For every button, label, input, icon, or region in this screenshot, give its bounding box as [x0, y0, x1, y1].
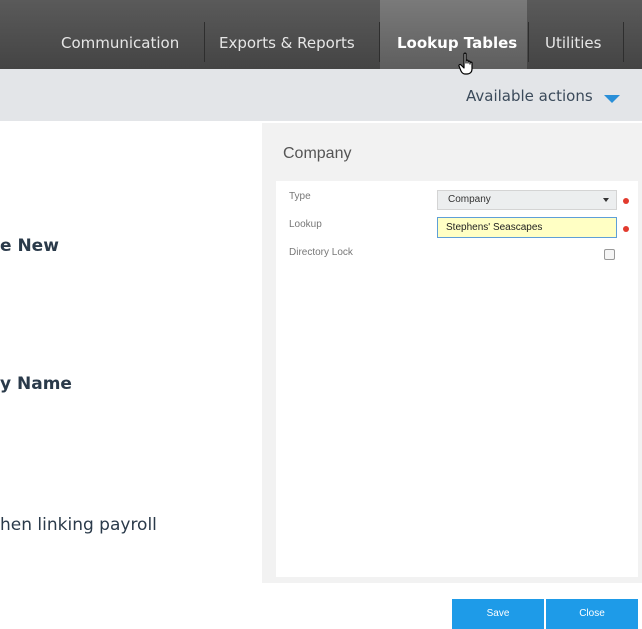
- select-caret-icon: [603, 198, 609, 202]
- company-form: Type Company Lookup Directory Lock Save …: [276, 181, 638, 629]
- required-indicator-icon: [623, 198, 629, 204]
- save-button[interactable]: Save: [452, 599, 544, 629]
- action-bar: Available actions: [0, 69, 642, 121]
- lookup-input[interactable]: [437, 217, 617, 238]
- lookup-field-label: Lookup: [289, 219, 322, 230]
- panel-title: Company: [283, 145, 352, 162]
- nav-tab-communication[interactable]: Communication: [61, 0, 179, 69]
- nav-tab-utilities[interactable]: Utilities: [545, 0, 601, 69]
- company-edit-panel: Company Type Company Lookup Directory Lo…: [262, 123, 642, 629]
- directory-lock-checkbox[interactable]: [604, 249, 615, 260]
- type-select-value: Company: [448, 194, 491, 205]
- available-actions-label[interactable]: Available actions: [466, 87, 593, 105]
- required-indicator-icon: [623, 226, 629, 232]
- close-button[interactable]: Close: [546, 599, 638, 629]
- directory-lock-label: Directory Lock: [289, 247, 353, 258]
- nav-separator: [623, 22, 624, 62]
- background-heading-company-name: y Name: [0, 374, 72, 394]
- nav-separator: [204, 22, 205, 62]
- nav-tab-exports-reports[interactable]: Exports & Reports: [219, 0, 355, 69]
- hand-pointer-cursor-icon: [458, 52, 473, 75]
- type-select[interactable]: Company: [437, 190, 617, 210]
- background-paragraph: hen linking payroll: [0, 515, 157, 535]
- nav-separator: [528, 22, 529, 62]
- background-heading-create-new: e New: [0, 236, 59, 256]
- nav-tab-lookup-tables[interactable]: Lookup Tables: [380, 0, 527, 69]
- top-navigation: Communication Exports & Reports Lookup T…: [0, 0, 642, 69]
- type-field-label: Type: [289, 191, 311, 202]
- caret-down-icon[interactable]: [604, 95, 620, 103]
